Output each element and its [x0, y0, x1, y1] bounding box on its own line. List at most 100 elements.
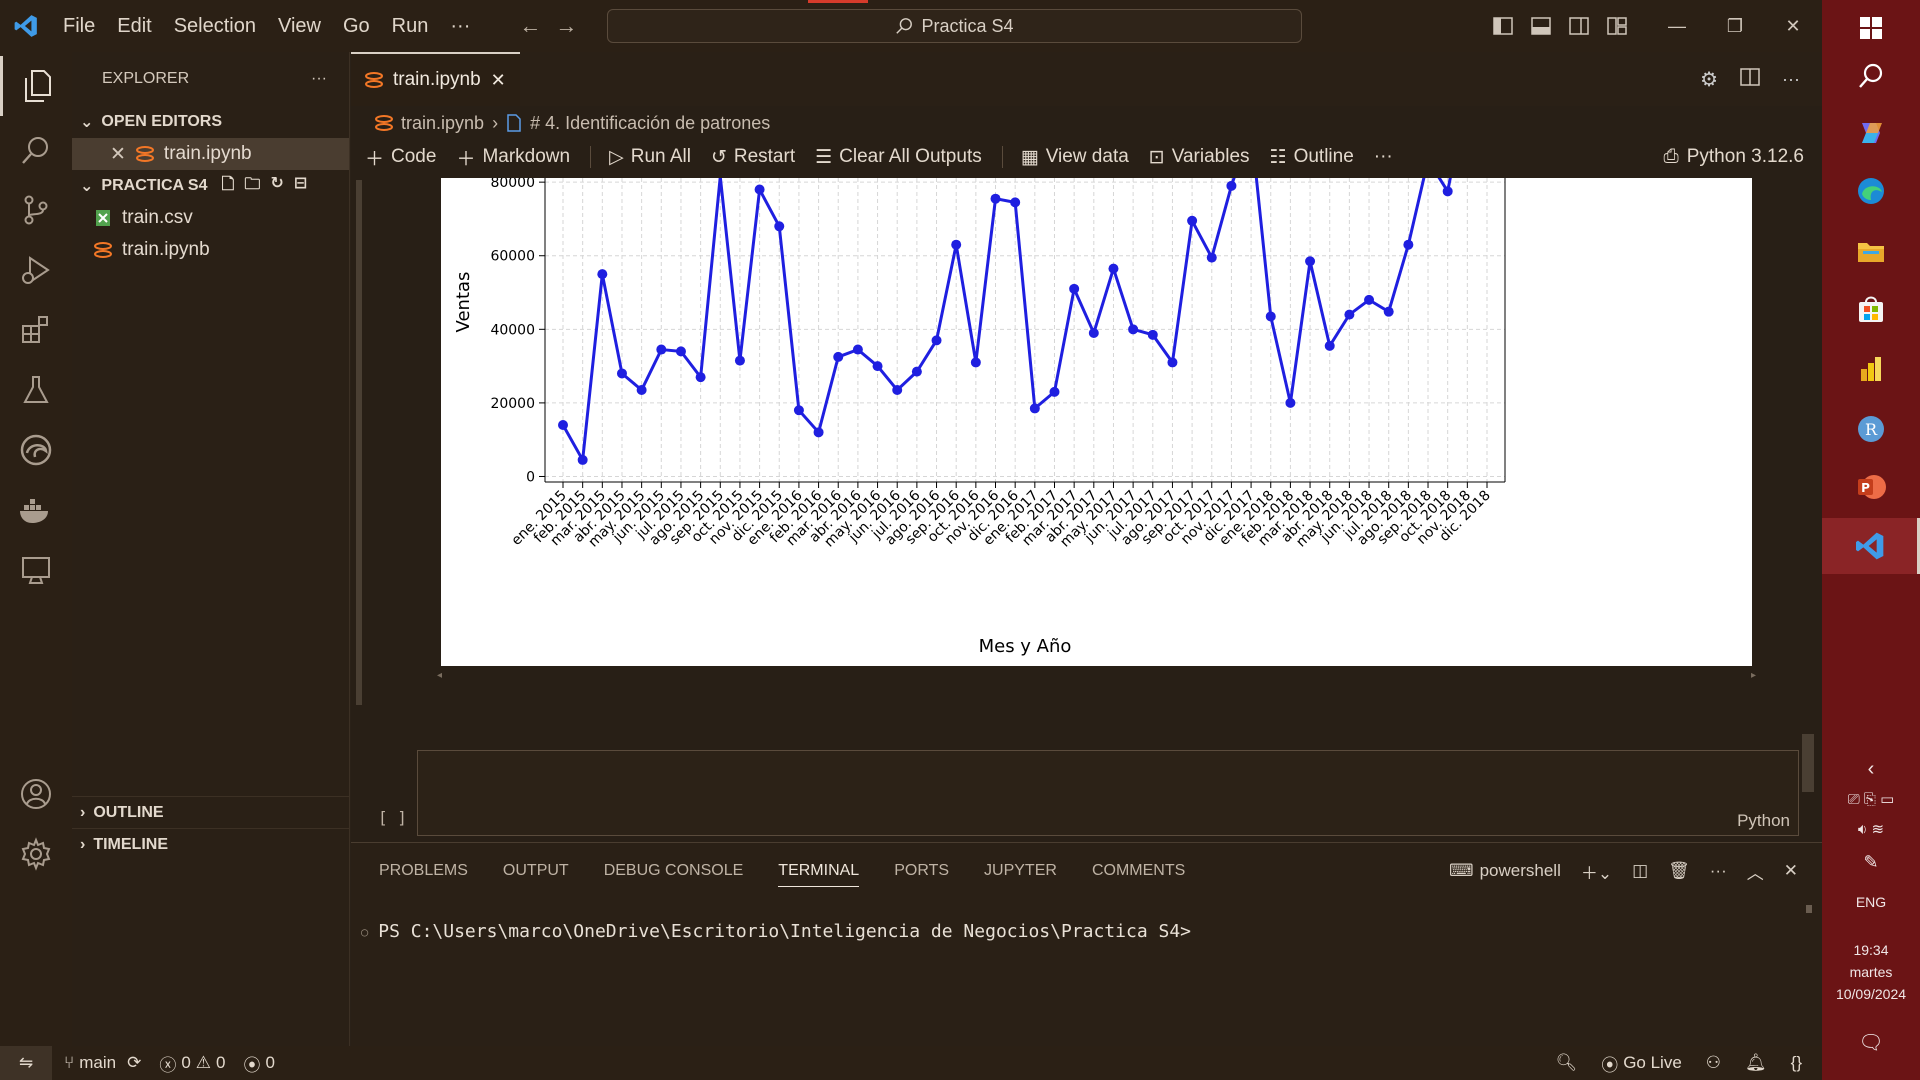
tab-terminal[interactable]: TERMINAL	[778, 843, 859, 899]
command-center[interactable]: Practica S4	[607, 9, 1302, 43]
file-explorer-icon[interactable]	[1822, 223, 1920, 279]
ports-indicator[interactable]: ⦿ 0	[244, 1051, 275, 1076]
terminal-line[interactable]: ○ PS C:\Users\marco\OneDrive\Escritorio\…	[361, 921, 1191, 942]
menu-view[interactable]: View	[267, 0, 332, 52]
refresh-icon[interactable]: ↻	[270, 173, 283, 200]
restart-button[interactable]: ↺ Restart	[711, 146, 795, 169]
remote-indicator-icon[interactable]: ⇋	[0, 1046, 52, 1080]
file-item-train-csv[interactable]: train.csv	[72, 202, 349, 234]
toggle-secondary-sidebar-icon[interactable]	[1560, 17, 1598, 35]
tab-jupyter[interactable]: JUPYTER	[984, 843, 1057, 899]
add-code-button[interactable]: ＋ Code	[365, 144, 436, 171]
outline-section[interactable]: › OUTLINE	[72, 796, 350, 828]
folder-section[interactable]: ⌄ PRACTICA S4 🗋 🗀 ↻ ⊟	[72, 170, 349, 202]
remote-explorer-icon[interactable]	[0, 540, 72, 600]
customize-layout-icon[interactable]	[1598, 17, 1636, 35]
view-data-button[interactable]: ▦ View data	[1021, 146, 1129, 169]
add-markdown-button[interactable]: ＋ Markdown	[456, 144, 570, 171]
toolbar-more-button[interactable]: ···	[1374, 146, 1393, 168]
tab-train-ipynb[interactable]: train.ipynb ✕	[351, 52, 520, 106]
branch-indicator[interactable]: ⑂ main ⟳	[64, 1053, 141, 1073]
clock-time[interactable]: 19:34	[1822, 942, 1920, 958]
source-control-icon[interactable]	[0, 180, 72, 240]
pen-icon[interactable]: ✎	[1822, 852, 1920, 873]
output-scroll-left-icon[interactable]: ◂	[437, 670, 442, 681]
copilot-app-icon[interactable]	[1822, 105, 1920, 161]
sidebar-scrollbar[interactable]	[356, 180, 362, 705]
collapse-all-icon[interactable]: ⊟	[294, 173, 307, 200]
powerpoint-icon[interactable]: P	[1822, 459, 1920, 515]
open-editor-item[interactable]: ✕ train.ipynb	[72, 138, 349, 170]
clock-day[interactable]: martes	[1822, 964, 1920, 980]
volume-wifi-icons[interactable]: 🔉︎ ≋	[1822, 820, 1920, 838]
braces-icon[interactable]: {}	[1791, 1053, 1802, 1073]
toggle-sidebar-icon[interactable]	[1484, 17, 1522, 35]
restore-icon[interactable]: ❐	[1706, 16, 1764, 37]
breadcrumb-file[interactable]: train.ipynb	[401, 113, 484, 134]
breadcrumb-section[interactable]: # 4. Identificación de patrones	[530, 113, 770, 134]
zoom-icon[interactable]: 🔍︎	[1556, 1053, 1578, 1073]
tab-ports[interactable]: PORTS	[894, 843, 949, 899]
explorer-more-icon[interactable]: ···	[311, 70, 327, 88]
close-tab-icon[interactable]: ✕	[491, 70, 506, 91]
output-scroll-right-icon[interactable]: ▸	[1751, 670, 1756, 681]
explorer-icon[interactable]	[0, 56, 72, 116]
tray-status-icons[interactable]: ⎚ ⎘ ▭	[1822, 790, 1920, 808]
search-view-icon[interactable]	[0, 120, 72, 180]
new-file-icon[interactable]: 🗋	[222, 173, 235, 200]
more-actions-icon[interactable]: ···	[1782, 69, 1800, 90]
kernel-picker[interactable]: ⎙ Python 3.12.6	[1664, 146, 1804, 168]
timeline-section[interactable]: › TIMELINE	[72, 828, 350, 860]
cell-language-label[interactable]: Python	[1737, 811, 1790, 831]
new-terminal-icon[interactable]: ＋⌄	[1581, 859, 1612, 884]
problems-indicator[interactable]: ⓧ 0 ⚠ 0	[159, 1051, 225, 1076]
terminal-shell-selector[interactable]: ⌨ powershell	[1449, 861, 1561, 881]
microsoft-store-icon[interactable]	[1822, 281, 1920, 337]
minimize-icon[interactable]: —	[1648, 16, 1706, 37]
docker-icon[interactable]	[0, 480, 72, 540]
toggle-panel-icon[interactable]	[1522, 17, 1560, 35]
notifications-bell-icon[interactable]: 🔔︎	[1745, 1053, 1767, 1073]
tab-debug-console[interactable]: DEBUG CONSOLE	[604, 843, 744, 899]
menu-more[interactable]: ···	[439, 0, 481, 52]
variables-button[interactable]: ⊡ Variables	[1149, 146, 1250, 169]
split-editor-icon[interactable]	[1740, 67, 1760, 91]
file-item-train-ipynb[interactable]: train.ipynb	[72, 234, 349, 266]
close-window-icon[interactable]: ✕	[1764, 16, 1822, 37]
account-icon[interactable]	[0, 764, 72, 824]
open-editors-section[interactable]: ⌄ OPEN EDITORS	[72, 106, 349, 138]
terminal-scrollbar[interactable]	[1806, 905, 1812, 913]
copilot-icon[interactable]: ⚇	[1706, 1053, 1721, 1073]
go-live-button[interactable]: ⦿ Go Live	[1601, 1051, 1682, 1076]
outline-button[interactable]: ☷ Outline	[1270, 146, 1354, 169]
clear-outputs-button[interactable]: ☰ Clear All Outputs	[815, 146, 982, 169]
editor-scrollbar[interactable]	[1802, 734, 1814, 792]
menu-selection[interactable]: Selection	[163, 0, 267, 52]
menu-run[interactable]: Run	[381, 0, 440, 52]
maximize-panel-chevron-up-icon[interactable]: ︿	[1747, 859, 1764, 884]
show-hidden-icons-chevron-icon[interactable]: ‹	[1822, 758, 1920, 781]
vscode-taskbar-icon[interactable]	[1822, 518, 1920, 574]
close-editor-icon[interactable]: ✕	[110, 143, 126, 166]
forward-arrow-icon[interactable]: →	[555, 13, 577, 39]
taskbar-search-icon[interactable]	[1822, 48, 1920, 104]
menu-file[interactable]: File	[52, 0, 106, 52]
notifications-chat-icon[interactable]: 🗨︎	[1822, 1030, 1920, 1055]
code-cell-input[interactable]: Python	[417, 750, 1799, 836]
edge-devtools-icon[interactable]	[0, 420, 72, 480]
clock-date[interactable]: 10/09/2024	[1822, 986, 1920, 1002]
panel-more-icon[interactable]: ···	[1710, 861, 1727, 881]
new-folder-icon[interactable]: 🗀	[244, 173, 260, 200]
menu-edit[interactable]: Edit	[106, 0, 162, 52]
close-panel-icon[interactable]: ✕	[1784, 861, 1798, 881]
run-debug-icon[interactable]	[0, 240, 72, 300]
menu-go[interactable]: Go	[332, 0, 381, 52]
notebook-settings-gear-icon[interactable]: ⚙	[1700, 67, 1718, 92]
kill-terminal-trash-icon[interactable]: 🗑	[1668, 861, 1690, 881]
edge-browser-icon[interactable]	[1822, 163, 1920, 219]
tab-problems[interactable]: PROBLEMS	[379, 843, 468, 899]
language-indicator[interactable]: ENG	[1822, 894, 1920, 910]
extensions-icon[interactable]	[0, 300, 72, 360]
power-bi-icon[interactable]	[1822, 341, 1920, 397]
split-terminal-icon[interactable]: ◫	[1632, 861, 1648, 881]
